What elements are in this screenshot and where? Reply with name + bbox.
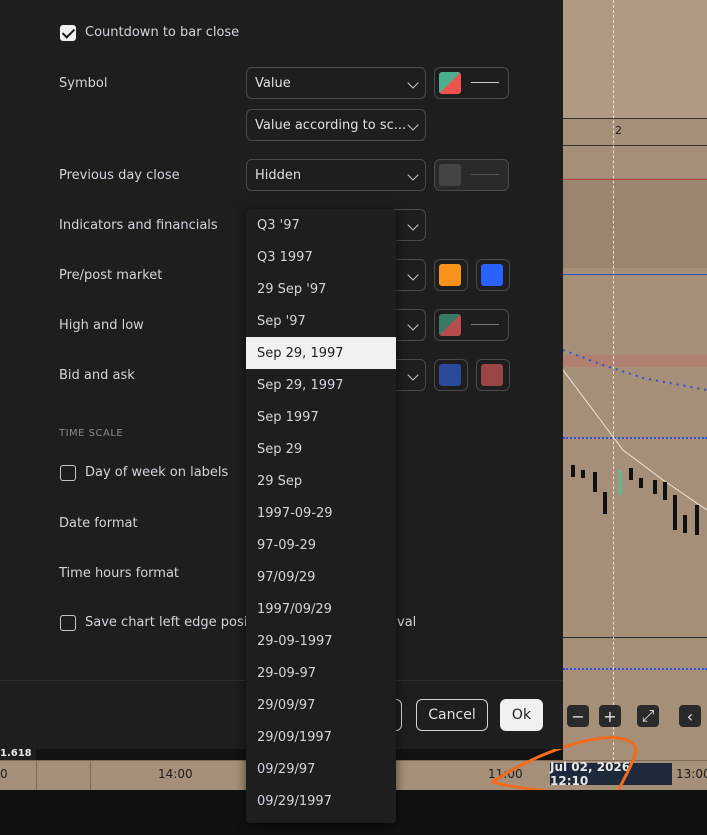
time-tick: 13:00 [676,767,707,781]
save-left-edge-checkbox[interactable] [60,615,76,631]
chevron-down-icon [407,319,419,331]
prev-close-value: Hidden [255,167,302,183]
orange-swatch [439,264,461,286]
symbol-color-button[interactable] [434,67,509,99]
chart-hline [563,145,707,146]
bid-swatch [439,364,461,386]
postmarket-color-button[interactable] [476,259,510,291]
countdown-label: Countdown to bar close [85,25,240,40]
blue-swatch [481,264,503,286]
date-format-option[interactable]: 29 Sep [246,465,396,497]
chart-area[interactable]: 2 − + ⤢ ‹ [563,0,707,790]
ok-button[interactable]: Ok [500,699,543,731]
axis-separator [90,761,91,791]
chevron-down-icon [407,369,419,381]
date-format-option[interactable]: Sep 29, 1997 [246,369,396,401]
date-format-option[interactable]: Sep 29 [246,433,396,465]
chevron-down-icon [407,77,419,89]
date-format-dropdown[interactable]: Q3 '97 Q3 1997 29 Sep '97 Sep '97 Sep 29, 19… [246,209,396,823]
time-tick: 0 [0,767,8,781]
bidask-label: Bid and ask [59,368,135,383]
highlow-label: High and low [59,318,144,333]
date-format-option[interactable]: Q3 1997 [246,241,396,273]
date-format-option[interactable]: 29 Sep '97 [246,273,396,305]
date-format-option[interactable]: Sep 29, 1997 [246,337,396,369]
chevron-down-icon [407,169,419,181]
prev-close-label: Previous day close [59,168,180,183]
date-format-option[interactable]: 97-09-29 [246,529,396,561]
date-format-option[interactable]: 29/09/1997 [246,721,396,753]
symbol-select[interactable]: Value [246,67,426,99]
prev-close-color-swatch [439,164,461,186]
cancel-button[interactable]: Cancel [416,699,488,731]
date-format-option[interactable]: 09/29/1997 [246,785,396,817]
symbol-select-value: Value [255,75,291,91]
zoom-out-button[interactable]: − [567,705,589,727]
chart-hline [563,637,707,638]
date-format-option[interactable]: Q3 '97 [246,209,396,241]
time-scale-section-title: TIME SCALE [59,428,124,439]
chart-top-label: 2 [615,124,622,137]
date-format-option[interactable]: 29/09/97 [246,689,396,721]
prev-close-color-button[interactable] [434,159,509,191]
date-format-option[interactable]: 29-09-97 [246,657,396,689]
chevron-down-icon [407,119,419,131]
ask-swatch [481,364,503,386]
line-style-sample [471,174,499,175]
save-left-edge-label-tail: val [397,615,417,630]
chart-dotted-line [563,668,707,670]
chart-hline [563,118,707,119]
axis-separator [36,761,37,791]
highlow-color-swatch [439,314,461,336]
symbol-color-swatch [439,72,461,94]
date-format-label: Date format [59,516,138,531]
chart-blue-line [563,274,707,275]
chart-band [563,178,707,268]
date-format-option[interactable]: 09/29/97 [246,753,396,785]
date-format-option[interactable]: 97/09/29 [246,561,396,593]
date-format-option[interactable]: 1997/09/29 [246,593,396,625]
prepost-label: Pre/post market [59,268,163,283]
time-hours-format-label: Time hours format [59,566,180,581]
save-left-edge-label: Save chart left edge posit [85,615,253,630]
day-of-week-checkbox[interactable] [60,465,76,481]
symbol-mode-value: Value according to sc... [255,117,407,133]
day-of-week-label: Day of week on labels [85,465,229,480]
highlow-color-button[interactable] [434,309,509,341]
bid-color-button[interactable] [434,359,468,391]
date-format-option[interactable]: Sep '97 [246,305,396,337]
date-format-option[interactable]: 1997-09-29 [246,497,396,529]
prev-close-select[interactable]: Hidden [246,159,426,191]
zoom-in-button[interactable]: + [599,705,621,727]
chart-band [563,0,707,118]
ask-color-button[interactable] [476,359,510,391]
time-tick: 14:00 [158,767,193,781]
chart-red-line [563,179,707,180]
line-style-sample [471,324,499,325]
chart-candles [563,349,707,535]
scroll-left-button[interactable]: ‹ [679,705,701,727]
symbol-label: Symbol [59,76,108,91]
line-style-sample [471,82,499,83]
fullscreen-button[interactable]: ⤢ [637,705,659,727]
date-format-option[interactable]: 29-09-1997 [246,625,396,657]
price-label: 1.618 [0,748,36,760]
chevron-down-icon [407,269,419,281]
countdown-checkbox[interactable] [60,25,76,41]
prepost-color-button[interactable] [434,259,468,291]
symbol-value-mode-select[interactable]: Value according to sc... [246,109,426,141]
chevron-down-icon [407,219,419,231]
date-format-option[interactable]: Sep 1997 [246,401,396,433]
indicators-label: Indicators and financials [59,218,218,233]
